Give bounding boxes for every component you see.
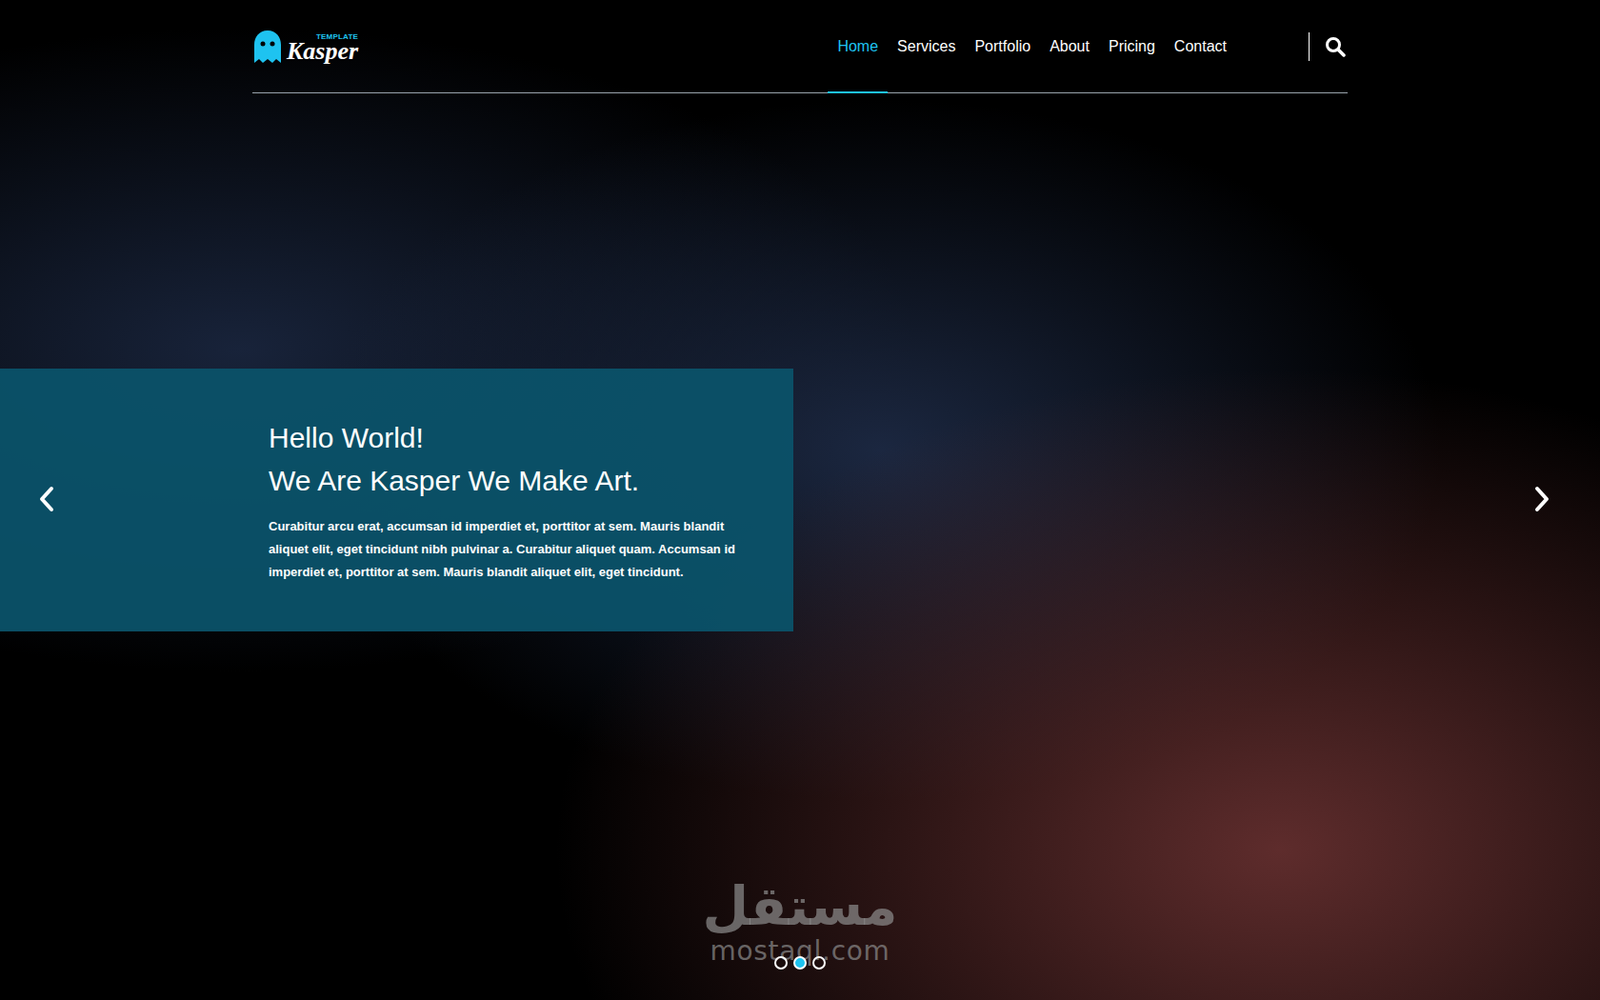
chevron-left-icon (36, 485, 58, 513)
hero-text: Curabitur arcu erat, accumsan id imperdi… (268, 515, 737, 584)
nav-label: Services (897, 35, 956, 59)
logo-text: TEMPLATEKasper (286, 33, 359, 64)
hero-title: Hello World! (268, 416, 737, 460)
chevron-right-icon (1531, 485, 1553, 513)
main-nav: Home Services Portfolio About Pricing Contact (827, 0, 1237, 93)
search-icon (1324, 36, 1346, 58)
hero-subtitle: We Are Kasper We Make Art. (268, 459, 737, 502)
hero-slider: TEMPLATEKasper Home Services Portfolio About… (0, 0, 1600, 1000)
nav-link[interactable]: About (1040, 0, 1100, 93)
hero-caption: Hello World!We Are Kasper We Make Art. Cu… (0, 368, 794, 632)
separator (1308, 32, 1310, 61)
nav-link[interactable]: Services (887, 0, 965, 93)
header: TEMPLATEKasper Home Services Portfolio About… (252, 0, 1348, 94)
slider-dots (774, 956, 826, 970)
slider-dot[interactable] (774, 956, 788, 970)
nav-label: Home (837, 35, 879, 59)
logo-name: Kasper (286, 39, 359, 64)
nav-label: Pricing (1108, 35, 1156, 59)
slider-dot[interactable] (812, 956, 826, 970)
nav-link[interactable]: Contact (1164, 0, 1237, 93)
search-button[interactable] (1324, 36, 1346, 58)
nav-label: Contact (1174, 35, 1227, 59)
nav-area: Home Services Portfolio About Pricing Contact (827, 0, 1348, 93)
watermark: مستقلmostaql.com (702, 876, 899, 966)
prev-button[interactable] (36, 485, 58, 513)
watermark-arabic: مستقل (702, 876, 899, 938)
logo[interactable]: TEMPLATEKasper (252, 29, 359, 64)
active-underline (827, 91, 888, 94)
nav-label: Portfolio (974, 35, 1031, 59)
ghost-icon (252, 29, 283, 64)
next-button[interactable] (1531, 485, 1553, 513)
nav-link[interactable]: Home (827, 0, 888, 93)
slider-dot[interactable] (793, 956, 807, 970)
nav-link[interactable]: Portfolio (964, 0, 1040, 93)
nav-label: About (1049, 35, 1090, 59)
nav-link[interactable]: Pricing (1099, 0, 1165, 93)
